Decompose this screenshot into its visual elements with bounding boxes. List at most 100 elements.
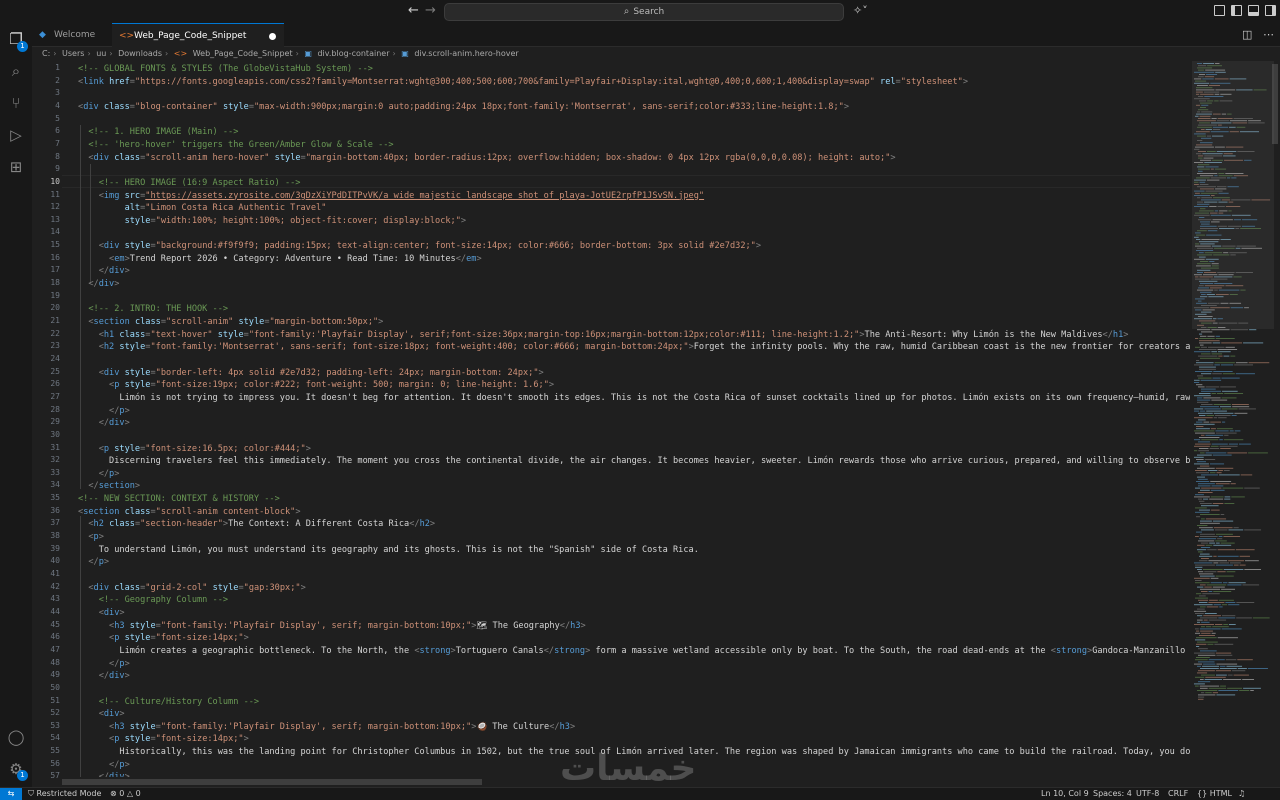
minimap-line bbox=[1201, 353, 1211, 355]
code-token: > bbox=[114, 279, 120, 290]
code-token: > bbox=[103, 557, 110, 568]
more-actions-icon[interactable]: ⋯ bbox=[1263, 28, 1274, 41]
minimap-line bbox=[1222, 390, 1238, 392]
minimap-line bbox=[1231, 404, 1249, 405]
minimap-line bbox=[1220, 448, 1231, 449]
minimap-line bbox=[1202, 593, 1220, 595]
arrow-right-icon[interactable]: → bbox=[425, 3, 436, 18]
minimap-line bbox=[1194, 395, 1211, 397]
code-token: h2 bbox=[419, 519, 430, 530]
minimap-line bbox=[1197, 690, 1218, 691]
code-token: > bbox=[580, 620, 586, 631]
code-token: < bbox=[78, 607, 104, 618]
minimap-line bbox=[1213, 555, 1217, 557]
problems-indicator[interactable]: ⊗ 0 △ 0 bbox=[110, 788, 141, 800]
line-number: 20 bbox=[50, 303, 60, 313]
code-line: </div> bbox=[78, 417, 130, 429]
tab-label: Welcome bbox=[54, 30, 96, 40]
code-token: < bbox=[78, 152, 94, 163]
minimap-line bbox=[1194, 562, 1213, 564]
line-number: 3 bbox=[55, 88, 60, 98]
code-line: <div style="background:#f9f9f9; padding:… bbox=[78, 240, 761, 252]
vertical-scrollbar[interactable] bbox=[1272, 64, 1278, 144]
breadcrumb-item[interactable]: div.scroll-anim.hero-hover bbox=[414, 49, 518, 58]
minimap-line bbox=[1233, 674, 1249, 676]
activity-bar: ❐ 1 ⌕ ⑂ ▷ ⊞ ◯ ⚙ 1 bbox=[0, 23, 32, 787]
breadcrumb-item[interactable]: Downloads bbox=[118, 49, 162, 58]
minimap-line bbox=[1218, 599, 1234, 601]
code-token: > bbox=[124, 658, 130, 669]
minimap-line bbox=[1196, 643, 1207, 645]
customize-layout-icon[interactable] bbox=[1214, 5, 1225, 16]
indentation[interactable]: Spaces: 4 bbox=[1093, 788, 1132, 800]
minimap-line bbox=[1219, 562, 1230, 564]
breadcrumb-item[interactable]: Users bbox=[62, 49, 84, 58]
code-token: "font-family:'Montserrat', sans-serif; f… bbox=[150, 342, 555, 353]
unsaved-dot-icon[interactable] bbox=[269, 33, 276, 40]
minimap-line bbox=[1224, 434, 1229, 436]
toggle-secondary-sidebar-icon[interactable] bbox=[1265, 5, 1276, 16]
minimap-line bbox=[1225, 659, 1237, 661]
restricted-mode-indicator[interactable]: ⛉ Restricted Mode bbox=[28, 788, 101, 800]
tab-web-page-code-snippet[interactable]: <> Web_Page_Code_Snippet bbox=[112, 23, 284, 47]
cursor-position[interactable]: Ln 10, Col 9 bbox=[1041, 788, 1089, 800]
code-line: <div style="border-left: 4px solid #2e7d… bbox=[78, 367, 544, 379]
line-number: 47 bbox=[50, 644, 60, 654]
line-number: 34 bbox=[50, 480, 60, 490]
code-token: h3 bbox=[114, 620, 130, 631]
minimap-line bbox=[1215, 564, 1233, 566]
minimap-line bbox=[1203, 498, 1209, 500]
search-icon[interactable]: ⌕ bbox=[0, 59, 32, 83]
minimap-line bbox=[1244, 529, 1262, 531]
account-icon[interactable]: ◯ bbox=[0, 725, 32, 749]
arrow-left-icon[interactable]: ← bbox=[408, 3, 419, 18]
code-token: > bbox=[300, 582, 306, 593]
run-debug-icon[interactable]: ▷ bbox=[0, 123, 32, 147]
code-token: em bbox=[114, 253, 125, 264]
breadcrumb-item[interactable]: div.blog-container bbox=[317, 49, 389, 58]
minimap-line bbox=[1224, 503, 1235, 504]
notifications-bell-icon[interactable]: ♫ bbox=[1238, 788, 1245, 800]
source-control-icon[interactable]: ⑂ bbox=[0, 91, 32, 115]
minimap-line bbox=[1215, 430, 1229, 432]
minimap-line bbox=[1201, 692, 1205, 694]
language-mode[interactable]: {} HTML bbox=[1197, 788, 1232, 800]
code-token: class bbox=[124, 506, 151, 517]
copilot-icon[interactable]: ✧˅ bbox=[853, 4, 868, 17]
split-editor-icon[interactable]: ◫ bbox=[1242, 28, 1252, 41]
scrollbar-thumb[interactable] bbox=[62, 779, 482, 785]
code-token: strong bbox=[554, 645, 586, 656]
breadcrumb-item[interactable]: uu bbox=[96, 49, 106, 58]
minimap-line bbox=[1200, 533, 1215, 535]
minimap-line bbox=[1216, 393, 1224, 394]
minimap-line bbox=[1199, 628, 1221, 630]
line-number: 12 bbox=[50, 202, 60, 212]
line-number: 56 bbox=[50, 758, 60, 768]
breadcrumb-item[interactable]: C: bbox=[42, 49, 50, 58]
minimap-line bbox=[1197, 476, 1205, 478]
tab-welcome[interactable]: ◆ Welcome bbox=[32, 23, 112, 47]
toggle-panel-icon[interactable] bbox=[1248, 5, 1259, 16]
code-token: div bbox=[109, 671, 125, 682]
end-of-line[interactable]: CRLF bbox=[1168, 788, 1188, 800]
command-center-search[interactable]: ⌕ Search bbox=[444, 3, 844, 21]
minimap-slider[interactable] bbox=[1192, 61, 1274, 329]
remote-indicator-icon[interactable]: ⇆ bbox=[0, 788, 22, 800]
code-editor[interactable]: <!-- GLOBAL FONTS & STYLES (The GlobeVis… bbox=[78, 61, 1190, 777]
breadcrumb-item[interactable]: Web_Page_Code_Snippet bbox=[193, 49, 293, 58]
code-token: < bbox=[78, 241, 104, 252]
encoding[interactable]: UTF-8 bbox=[1136, 788, 1159, 800]
code-token: Tortuguero Canals bbox=[455, 645, 544, 656]
code-token: Discerning travelers feel this immediate… bbox=[78, 456, 1190, 467]
line-number: 32 bbox=[50, 455, 60, 465]
code-token: #2e7d32 bbox=[279, 367, 317, 378]
extensions-icon[interactable]: ⊞ bbox=[0, 155, 32, 179]
code-token: </ bbox=[455, 253, 467, 264]
minimap-line bbox=[1197, 544, 1205, 546]
minimap-line bbox=[1223, 536, 1241, 537]
editor-tab-bar: ◆ Welcome <> Web_Page_Code_Snippet ◫ ⋯ bbox=[32, 23, 1280, 47]
code-token: Limón is not trying to impress you. It d… bbox=[78, 392, 1190, 403]
code-line: <p> bbox=[78, 531, 104, 543]
toggle-primary-sidebar-icon[interactable] bbox=[1231, 5, 1242, 16]
